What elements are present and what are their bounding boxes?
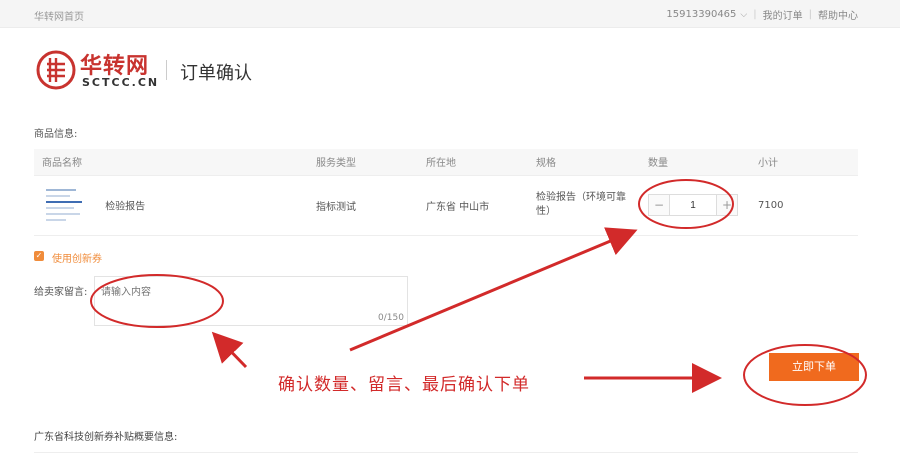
annotation-arrow: [211, 331, 248, 369]
title-divider: [166, 60, 167, 80]
table-header-row: 商品名称 服务类型 所在地 规格 数量 小计: [34, 149, 858, 176]
col-header-spec: 规格: [528, 149, 640, 176]
brand-domain: SCTCC.CN: [82, 76, 160, 89]
message-label: 给卖家留言:: [34, 287, 88, 298]
message-char-counter: 0/150: [378, 313, 404, 323]
plus-button[interactable]: +: [717, 195, 737, 215]
divider: |: [753, 9, 757, 20]
voucher-label[interactable]: 使用创新券: [52, 250, 102, 265]
quantity-input[interactable]: [669, 195, 717, 215]
col-header-service: 服务类型: [308, 149, 418, 176]
goods-section-label: 商品信息:: [34, 129, 78, 140]
logo-icon[interactable]: [36, 50, 76, 90]
minus-button[interactable]: −: [649, 195, 669, 215]
quantity-stepper: − +: [648, 194, 738, 216]
top-bar-right: 15913390465 ⌵ | 我的订单 | 帮助中心: [666, 7, 858, 22]
page-title: 订单确认: [180, 63, 252, 84]
subsidy-section-label: 广东省科技创新券补贴概要信息:: [34, 432, 178, 443]
product-name[interactable]: 检验报告: [105, 202, 145, 213]
cell-service-type: 指标测试: [308, 175, 418, 236]
spec-text: 检验报告（环境可靠性）: [536, 192, 626, 217]
divider: [34, 452, 858, 453]
cell-quantity: − +: [640, 175, 750, 236]
message-input[interactable]: [94, 276, 408, 326]
home-link[interactable]: 华转网首页: [34, 8, 84, 23]
cell-spec: 检验报告（环境可靠性）: [528, 175, 640, 236]
col-header-subtotal: 小计: [750, 149, 858, 176]
col-header-name: 商品名称: [34, 149, 308, 176]
cell-product: 检验报告: [34, 175, 308, 236]
help-center-link[interactable]: 帮助中心: [818, 7, 858, 22]
divider: |: [808, 9, 812, 20]
col-header-quantity: 数量: [640, 149, 750, 176]
my-orders-link[interactable]: 我的订单: [763, 7, 803, 22]
place-order-button[interactable]: 立即下单: [769, 353, 859, 381]
cell-subtotal: 7100: [750, 175, 858, 236]
table-row: 检验报告 指标测试 广东省 中山市 检验报告（环境可靠性） − + 7100: [34, 175, 858, 236]
annotation-text: 确认数量、留言、最后确认下单: [278, 375, 530, 395]
product-thumbnail[interactable]: [42, 183, 88, 227]
user-phone[interactable]: 15913390465: [666, 9, 736, 20]
chevron-down-icon[interactable]: ⌵: [740, 10, 747, 20]
goods-table: 商品名称 服务类型 所在地 规格 数量 小计 检验报告 指标测试 广东省 中山市…: [34, 149, 858, 236]
cell-location: 广东省 中山市: [418, 175, 528, 236]
col-header-location: 所在地: [418, 149, 528, 176]
top-bar: 华转网首页 15913390465 ⌵ | 我的订单 | 帮助中心: [0, 0, 900, 28]
voucher-checkbox[interactable]: ✓: [34, 251, 44, 261]
